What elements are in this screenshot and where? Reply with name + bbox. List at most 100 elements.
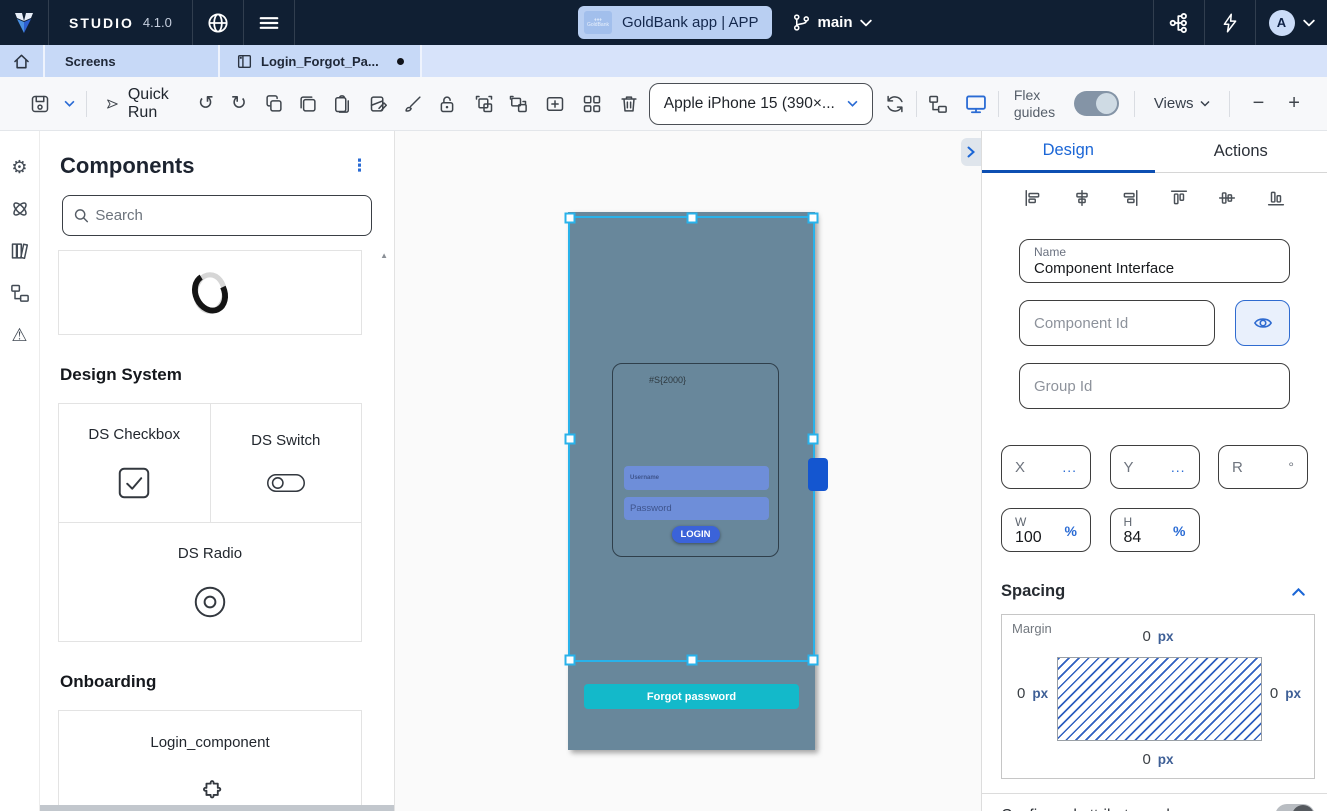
component-id-input[interactable]	[1034, 314, 1200, 332]
align-right-icon[interactable]	[1121, 189, 1139, 207]
main-menu-button[interactable]	[244, 0, 295, 45]
quick-actions-button[interactable]	[1204, 0, 1255, 45]
paste-button[interactable]	[332, 94, 352, 114]
screen-token-label: #S{2000}	[649, 375, 687, 385]
resize-handle-top-left[interactable]	[564, 212, 576, 224]
device-selector-dropdown[interactable]: Apple iPhone 15 (390×...	[648, 82, 873, 125]
kebab-menu-icon[interactable]: ⋮	[351, 156, 368, 176]
margin-top-value[interactable]: 0 px	[1142, 628, 1173, 645]
copy-button[interactable]	[264, 94, 284, 114]
rail-components-button[interactable]	[9, 198, 31, 220]
studio-logo[interactable]	[0, 0, 49, 45]
component-id-field[interactable]	[1019, 300, 1215, 346]
lock-button[interactable]	[437, 94, 457, 114]
resize-handle-bottom-center[interactable]	[686, 654, 697, 666]
configured-attributes-toggle[interactable]	[1275, 804, 1315, 811]
ungroup-button[interactable]	[508, 94, 528, 114]
visibility-button[interactable]	[1235, 300, 1290, 346]
rail-settings-button[interactable]: ⚙	[9, 156, 31, 178]
app-switcher-badge[interactable]: GoldBank GoldBank app | APP	[578, 6, 772, 39]
layers-tree-button[interactable]	[928, 94, 948, 114]
name-field[interactable]: Name Component Interface	[1019, 239, 1290, 283]
panel-collapse-button[interactable]	[961, 138, 981, 166]
margin-left-value[interactable]: 0 px	[1017, 685, 1048, 702]
y-position-field[interactable]: Y ...	[1109, 445, 1200, 489]
width-field[interactable]: W 100 %	[1001, 508, 1091, 552]
views-dropdown[interactable]: Views	[1154, 95, 1210, 112]
resize-handle-bottom-right[interactable]	[807, 654, 819, 666]
search-input[interactable]	[83, 207, 361, 224]
rail-warnings-button[interactable]: ⚠	[9, 324, 31, 346]
flex-guides-toggle[interactable]	[1073, 91, 1119, 116]
save-button[interactable]	[30, 94, 50, 114]
tab-design[interactable]: Design	[982, 131, 1155, 173]
save-options-button[interactable]	[64, 100, 75, 107]
quick-run-button[interactable]: Quick Run	[106, 86, 176, 122]
group-id-input[interactable]	[1034, 377, 1275, 395]
spacing-section-header[interactable]: Spacing	[982, 582, 1327, 601]
git-branch-selector[interactable]: main	[792, 13, 872, 32]
tab-screens[interactable]: Screens	[45, 45, 220, 77]
sync-preview-button[interactable]	[885, 94, 905, 114]
language-button[interactable]	[193, 0, 244, 45]
rotation-field[interactable]: R °	[1218, 445, 1308, 489]
add-frame-button[interactable]	[545, 94, 565, 114]
zoom-in-button[interactable]: +	[1276, 92, 1312, 115]
tab-label: Screens	[65, 53, 116, 69]
height-field[interactable]: H 84 %	[1109, 508, 1200, 552]
tab-login-forgot-page[interactable]: Login_Forgot_Pa...	[220, 45, 422, 77]
resize-handle-bottom-left[interactable]	[564, 654, 576, 666]
redo-button[interactable]: ↻	[231, 94, 247, 113]
studio-app: STUDIO 4.1.0 GoldBank GoldBank app | APP	[0, 0, 1327, 811]
duplicate-icon	[300, 95, 316, 112]
login-form-container[interactable]: #S{2000} Username Password LOGIN	[612, 363, 779, 557]
widgets-grid-button[interactable]	[582, 94, 602, 114]
components-search[interactable]	[62, 195, 372, 236]
preview-monitor-button[interactable]	[965, 93, 987, 115]
user-menu[interactable]: A	[1255, 0, 1327, 45]
phone-screen-mockup[interactable]: #S{2000} Username Password LOGIN Forgot …	[568, 212, 815, 750]
resize-handle-middle-left[interactable]	[564, 433, 576, 445]
resize-handle-middle-right[interactable]	[807, 433, 819, 445]
x-value: ...	[1062, 459, 1077, 475]
align-bottom-icon[interactable]	[1267, 189, 1285, 207]
align-top-icon[interactable]	[1170, 189, 1188, 207]
align-left-icon[interactable]	[1024, 189, 1042, 207]
project-structure-button[interactable]	[1153, 0, 1204, 45]
margin-right-value[interactable]: 0 px	[1270, 685, 1301, 702]
rail-library-button[interactable]	[9, 240, 31, 262]
tab-actions[interactable]: Actions	[1154, 131, 1327, 173]
group-button[interactable]	[474, 94, 494, 114]
style-brush-button[interactable]	[403, 94, 423, 114]
undo-button[interactable]: ↺	[198, 94, 214, 113]
password-field[interactable]: Password	[624, 497, 769, 520]
group-id-field[interactable]	[1019, 363, 1290, 409]
lock-icon	[440, 95, 454, 112]
align-center-horizontal-icon[interactable]	[1073, 189, 1091, 207]
rail-hierarchy-button[interactable]	[9, 282, 31, 304]
scroll-up-arrow-icon[interactable]: ▲	[380, 251, 388, 260]
margin-bottom-value[interactable]: 0 px	[1142, 751, 1173, 768]
home-tab[interactable]	[0, 45, 45, 77]
username-field[interactable]: Username	[624, 466, 769, 490]
component-login-component[interactable]: Login_component	[58, 710, 362, 811]
selection-side-grab-tab[interactable]	[808, 458, 828, 491]
component-ds-radio[interactable]: DS Radio	[58, 522, 362, 642]
resize-handle-top-right[interactable]	[807, 212, 819, 224]
align-center-vertical-icon[interactable]	[1218, 189, 1236, 207]
login-button[interactable]: LOGIN	[671, 526, 720, 543]
design-canvas[interactable]: #S{2000} Username Password LOGIN Forgot …	[395, 131, 981, 811]
spinner-icon	[192, 271, 228, 314]
resize-handle-top-center[interactable]	[686, 212, 697, 224]
zoom-out-button[interactable]: −	[1241, 92, 1277, 115]
duplicate-button[interactable]	[298, 94, 318, 114]
component-ds-switch[interactable]: DS Switch	[209, 403, 362, 523]
forgot-password-button[interactable]: Forgot password	[584, 684, 799, 709]
brush-icon	[405, 95, 421, 112]
x-position-field[interactable]: X ...	[1001, 445, 1091, 489]
horizontal-scrollbar[interactable]	[40, 805, 394, 811]
component-ds-checkbox[interactable]: DS Checkbox	[58, 403, 211, 523]
theme-button[interactable]	[369, 94, 389, 114]
loading-component-cell[interactable]	[58, 250, 362, 335]
delete-button[interactable]	[619, 94, 639, 114]
